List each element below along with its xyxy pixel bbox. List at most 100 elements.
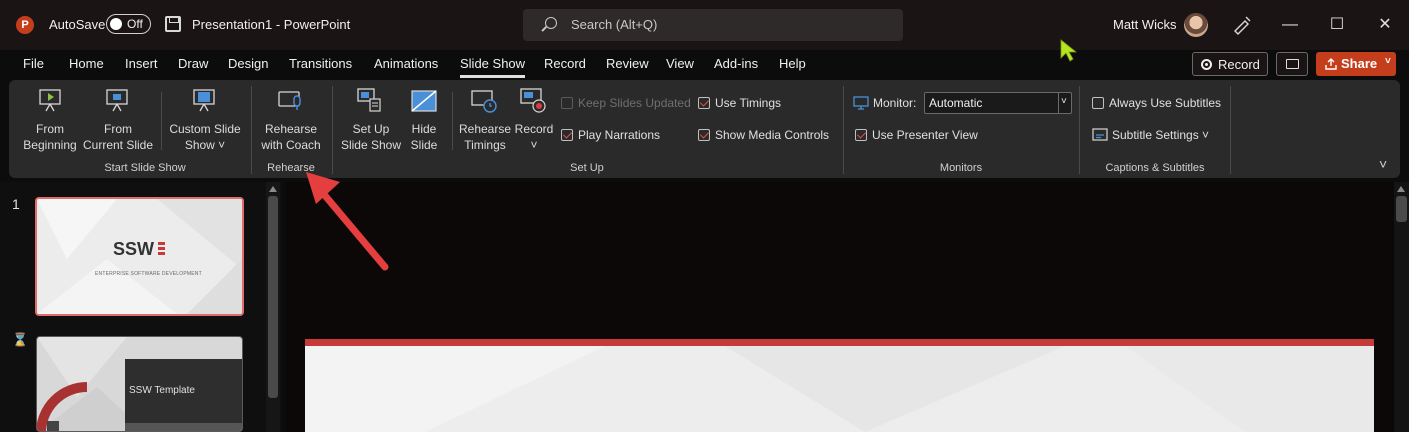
- divider: [452, 92, 453, 150]
- from-current-label-1: From: [104, 122, 132, 136]
- record-slide-icon: [520, 88, 546, 113]
- play-narrations-checkbox[interactable]: [561, 129, 573, 141]
- user-name[interactable]: Matt Wicks: [1113, 17, 1177, 32]
- custom-slide-show-button[interactable]: Custom Slide Show ˅: [166, 121, 244, 153]
- editor-scroll-thumb[interactable]: [1396, 196, 1407, 222]
- record-button[interactable]: Record: [1192, 52, 1268, 76]
- menu-slide-show[interactable]: Slide Show: [460, 56, 526, 78]
- rehearse-timings-label-2: Timings: [464, 138, 506, 152]
- group-label-captions: Captions & Subtitles: [1105, 162, 1205, 174]
- hide-slide-button[interactable]: Hide Slide: [404, 121, 444, 153]
- search-input[interactable]: Search (Alt+Q): [523, 9, 903, 41]
- rehearse-coach-label-2: with Coach: [261, 138, 321, 152]
- always-use-subtitles-label[interactable]: Always Use Subtitles: [1109, 96, 1221, 110]
- show-media-controls-checkbox[interactable]: [698, 129, 710, 141]
- keep-slides-updated-label: Keep Slides Updated: [578, 96, 691, 110]
- slide-2-title: SSW Template: [129, 385, 195, 396]
- menu-add-ins[interactable]: Add-ins: [714, 56, 758, 71]
- group-divider: [251, 86, 252, 174]
- search-icon: [545, 17, 557, 29]
- divider: [161, 92, 162, 150]
- current-slide-canvas[interactable]: [305, 339, 1374, 432]
- record-button-label: Record: [1218, 57, 1260, 72]
- editor-scroll-up-arrow-icon[interactable]: [1397, 186, 1405, 192]
- from-beginning-label-2: Beginning: [23, 138, 77, 152]
- menu-view[interactable]: View: [666, 56, 694, 71]
- slide-thumbnail-2[interactable]: SSW Template: [36, 336, 243, 432]
- scroll-up-arrow-icon[interactable]: [269, 186, 277, 192]
- group-divider: [843, 86, 844, 174]
- use-timings-checkbox[interactable]: [698, 97, 710, 109]
- record-slide-button[interactable]: Record ˅: [512, 121, 556, 153]
- rehearse-with-coach-button[interactable]: Rehearse with Coach: [256, 121, 326, 153]
- minimize-button[interactable]: —: [1278, 13, 1302, 37]
- slide-2-timing-icon: ⌛: [12, 332, 29, 347]
- menu-insert[interactable]: Insert: [125, 56, 158, 71]
- select-chevron-down-icon: ˅: [1061, 96, 1067, 107]
- keep-slides-updated-checkbox: [561, 97, 573, 109]
- share-button[interactable]: Share ˅: [1316, 52, 1396, 76]
- mouse-cursor-icon: [1060, 39, 1078, 62]
- custom-show-label-1: Custom Slide: [169, 122, 241, 136]
- comments-button[interactable]: [1276, 52, 1308, 76]
- from-beginning-label-1: From: [36, 122, 64, 136]
- use-presenter-view-checkbox[interactable]: [855, 129, 867, 141]
- setup-show-label-1: Set Up: [352, 122, 390, 136]
- menu-review[interactable]: Review: [606, 56, 649, 71]
- rehearse-coach-label-1: Rehearse: [264, 122, 318, 136]
- from-beginning-button[interactable]: From Beginning: [20, 121, 80, 153]
- use-timings-label[interactable]: Use Timings: [715, 96, 781, 110]
- group-label-setup: Set Up: [570, 162, 604, 174]
- subtitle-settings-icon: [1092, 128, 1108, 141]
- record-chevron-down-icon: ˅: [530, 138, 538, 152]
- share-button-label: Share: [1341, 56, 1378, 71]
- rehearse-timings-button[interactable]: Rehearse Timings: [456, 121, 514, 153]
- thumbnail-scroll-thumb[interactable]: [268, 196, 278, 398]
- record-slide-label: Record: [514, 122, 554, 136]
- menu-animations[interactable]: Animations: [374, 56, 438, 71]
- setup-slide-show-button[interactable]: Set Up Slide Show: [338, 121, 404, 153]
- coauthor-pen-icon[interactable]: [1231, 13, 1253, 35]
- save-icon[interactable]: [165, 16, 181, 32]
- group-label-start: Start Slide Show: [104, 162, 186, 174]
- share-icon: [1325, 58, 1337, 70]
- slide-top-accent-bar: [305, 339, 1374, 346]
- group-divider: [1230, 86, 1231, 174]
- monitor-select[interactable]: Automatic ˅: [924, 92, 1072, 114]
- play-narrations-label[interactable]: Play Narrations: [578, 128, 660, 142]
- menu-file[interactable]: File: [23, 56, 44, 71]
- from-current-slide-button[interactable]: From Current Slide: [82, 121, 154, 153]
- slide-number-1: 1: [12, 196, 20, 212]
- monitor-select-value: Automatic: [929, 96, 983, 110]
- avatar[interactable]: [1184, 13, 1208, 37]
- close-button[interactable]: ✕: [1373, 13, 1397, 37]
- hide-slide-icon: [411, 90, 437, 112]
- rehearse-timings-icon: [471, 90, 497, 113]
- menu-draw[interactable]: Draw: [178, 56, 208, 71]
- custom-show-label-2: Show ˅: [184, 138, 226, 152]
- autosave-label: AutoSave: [49, 17, 106, 32]
- monitor-icon: [853, 96, 869, 110]
- menu-design[interactable]: Design: [228, 56, 268, 71]
- autosave-toggle[interactable]: Off: [106, 14, 151, 34]
- maximize-button[interactable]: ☐: [1325, 13, 1349, 37]
- group-divider: [1079, 86, 1080, 174]
- group-label-monitors: Monitors: [939, 162, 983, 174]
- menu-transitions[interactable]: Transitions: [289, 56, 352, 71]
- use-presenter-view-label[interactable]: Use Presenter View: [872, 128, 978, 142]
- rehearse-coach-icon: [278, 91, 301, 110]
- subtitle-settings-button[interactable]: Subtitle Settings ˅: [1112, 128, 1209, 142]
- annotation-arrow-icon: [306, 172, 389, 271]
- ssw-logo-text: SSW: [113, 239, 155, 259]
- menu-home[interactable]: Home: [69, 56, 104, 71]
- ribbon-collapse-chevron-icon[interactable]: ˅: [1379, 156, 1387, 172]
- slide-2-footer-bar: [125, 423, 242, 431]
- share-chevron-down-icon[interactable]: ˅: [1385, 56, 1391, 67]
- slide-thumbnail-1[interactable]: SSW ENTERPRISE SOFTWARE DEVELOPMENT: [35, 197, 244, 316]
- from-beginning-icon: [39, 89, 61, 112]
- menu-help[interactable]: Help: [779, 56, 806, 71]
- show-media-controls-label[interactable]: Show Media Controls: [715, 128, 829, 142]
- toggle-knob-icon: [110, 18, 122, 30]
- menu-record[interactable]: Record: [544, 56, 586, 71]
- always-use-subtitles-checkbox[interactable]: [1092, 97, 1104, 109]
